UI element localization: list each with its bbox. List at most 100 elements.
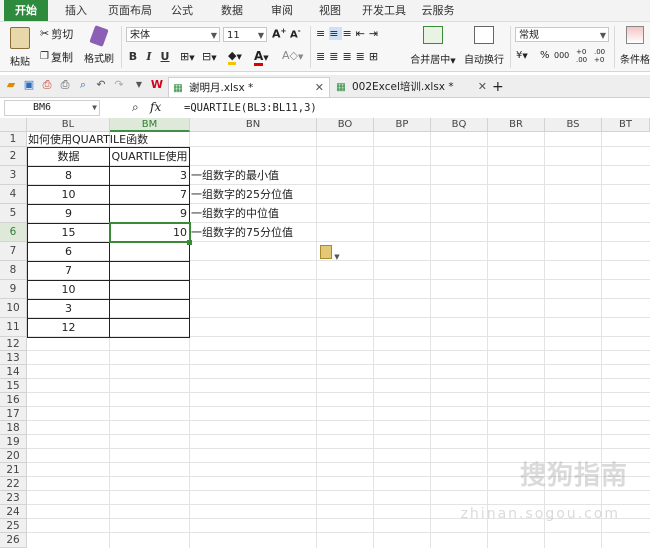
borders-button[interactable]: ⊞▼ xyxy=(180,50,195,63)
paste-options-icon[interactable]: ▼ xyxy=(320,245,340,262)
close-icon[interactable]: ✕ xyxy=(315,78,324,98)
row-header[interactable]: 16 xyxy=(0,393,27,407)
menu-cloud[interactable]: 云服务 xyxy=(416,0,460,21)
row-header[interactable]: 12 xyxy=(0,337,27,351)
save-icon[interactable]: ▣ xyxy=(22,78,36,92)
header-cell-quartile[interactable]: QUARTILE使用 xyxy=(109,147,190,167)
row-header[interactable]: 24 xyxy=(0,505,27,519)
column-header-bl[interactable]: BL xyxy=(27,118,110,132)
menu-home[interactable]: 开始 xyxy=(4,0,48,21)
copy-button[interactable]: ❐ 复制 xyxy=(40,49,73,65)
result-cell[interactable]: 9 xyxy=(109,204,190,224)
empty-cell[interactable] xyxy=(109,318,190,338)
tab-doc-1[interactable]: ▦ 谢明月.xlsx * ✕ xyxy=(168,77,330,97)
menu-data[interactable]: 数据 xyxy=(212,0,252,21)
cell-style-button[interactable]: ⊟▼ xyxy=(202,50,217,63)
row-header[interactable]: 19 xyxy=(0,435,27,449)
menu-developer[interactable]: 开发工具 xyxy=(358,0,410,21)
pdf-icon[interactable]: ⎙ xyxy=(40,78,54,92)
font-color-button[interactable]: A▼ xyxy=(254,49,269,66)
number-format-select[interactable]: 常规 ▼ xyxy=(515,27,609,42)
decrease-font-button[interactable]: A- xyxy=(290,27,301,40)
row-header[interactable]: 13 xyxy=(0,351,27,365)
wrap-text-button[interactable]: 自动换行 xyxy=(462,25,506,69)
data-cell[interactable]: 9 xyxy=(27,204,110,224)
fill-color-button[interactable]: ◆▼ xyxy=(228,49,242,65)
new-tab-button[interactable]: + xyxy=(492,77,508,97)
sheet-title-cell[interactable]: 如何使用QUARTILE函数 xyxy=(27,132,148,147)
row-header[interactable]: 5 xyxy=(0,204,27,223)
column-header-bo[interactable]: BO xyxy=(317,118,374,132)
decrease-decimal-button[interactable]: .00 +0 xyxy=(594,48,608,64)
data-cell[interactable]: 10 xyxy=(27,280,110,300)
column-header-bp[interactable]: BP xyxy=(374,118,431,132)
merge-center-button[interactable]: 合并居中▼ xyxy=(406,25,460,69)
menu-insert[interactable]: 插入 xyxy=(56,0,96,21)
tab-doc-2[interactable]: ▦ 002Excel培训.xlsx * ✕ xyxy=(332,77,492,97)
column-header-bq[interactable]: BQ xyxy=(431,118,488,132)
data-cell[interactable]: 6 xyxy=(27,242,110,262)
folder-icon[interactable]: ▰ xyxy=(4,78,18,92)
paste-button[interactable]: 粘贴 xyxy=(6,25,34,69)
row-header[interactable]: 21 xyxy=(0,463,27,477)
print-icon[interactable]: ⎙ xyxy=(58,78,72,92)
result-cell[interactable]: 3 xyxy=(109,166,190,186)
row-header[interactable]: 17 xyxy=(0,407,27,421)
empty-cell[interactable] xyxy=(109,280,190,300)
select-all-corner[interactable] xyxy=(0,118,27,132)
column-header-bt[interactable]: BT xyxy=(602,118,650,132)
cut-button[interactable]: ✂ 剪切 xyxy=(40,26,73,42)
menu-view[interactable]: 视图 xyxy=(310,0,350,21)
column-header-bs[interactable]: BS xyxy=(545,118,602,132)
data-cell[interactable]: 7 xyxy=(27,261,110,281)
vertical-align-group[interactable]: ≡≡≡⇤⇥ xyxy=(316,27,382,40)
row-header[interactable]: 7 xyxy=(0,242,27,261)
menu-formulas[interactable]: 公式 xyxy=(162,0,202,21)
header-cell-data[interactable]: 数据 xyxy=(27,147,110,167)
row-header[interactable]: 18 xyxy=(0,421,27,435)
italic-button[interactable]: I xyxy=(143,50,155,63)
column-header-br[interactable]: BR xyxy=(488,118,545,132)
row-header[interactable]: 11 xyxy=(0,318,27,337)
note-cell[interactable]: 一组数字的最小值 xyxy=(190,166,279,185)
row-header[interactable]: 20 xyxy=(0,449,27,463)
empty-cell[interactable] xyxy=(109,242,190,262)
clear-format-button[interactable]: A◇▼ xyxy=(282,49,303,62)
thousands-button[interactable]: 000 xyxy=(554,51,569,60)
zoom-icon[interactable]: ⌕ xyxy=(132,100,139,115)
formula-input[interactable]: =QUARTILE(BL3:BL11,3) xyxy=(184,100,317,116)
empty-cell[interactable] xyxy=(109,261,190,281)
menu-review[interactable]: 审阅 xyxy=(262,0,302,21)
conditional-format-button[interactable]: 条件格 xyxy=(620,25,650,69)
column-header-bn[interactable]: BN xyxy=(190,118,317,132)
underline-button[interactable]: U xyxy=(159,50,171,63)
function-icon[interactable]: fx xyxy=(150,100,161,114)
row-header[interactable]: 9 xyxy=(0,280,27,299)
row-header[interactable]: 8 xyxy=(0,261,27,280)
row-header[interactable]: 1 xyxy=(0,132,27,147)
empty-cell[interactable] xyxy=(109,299,190,319)
close-icon[interactable]: ✕ xyxy=(478,77,487,97)
bold-button[interactable]: B xyxy=(127,50,139,63)
row-header[interactable]: 3 xyxy=(0,166,27,185)
redo-icon[interactable]: ↷ xyxy=(112,78,126,92)
percent-button[interactable]: % xyxy=(540,50,550,61)
row-header[interactable]: 25 xyxy=(0,519,27,533)
data-cell[interactable]: 3 xyxy=(27,299,110,319)
quick-access-dropdown-icon[interactable]: ▼ xyxy=(132,78,146,92)
data-cell[interactable]: 10 xyxy=(27,185,110,205)
note-cell[interactable]: 一组数字的中位值 xyxy=(190,204,279,223)
row-header[interactable]: 22 xyxy=(0,477,27,491)
font-name-select[interactable]: 宋体 ▼ xyxy=(126,27,220,42)
column-header-bm[interactable]: BM xyxy=(110,118,190,132)
increase-font-button[interactable]: A+ xyxy=(272,27,286,41)
increase-decimal-button[interactable]: +0 .00 xyxy=(576,48,590,64)
menu-page-layout[interactable]: 页面布局 xyxy=(104,0,156,21)
data-cell[interactable]: 15 xyxy=(27,223,110,243)
data-cell[interactable]: 8 xyxy=(27,166,110,186)
row-header[interactable]: 4 xyxy=(0,185,27,204)
row-header[interactable]: 23 xyxy=(0,491,27,505)
note-cell[interactable]: 一组数字的25分位值 xyxy=(190,185,293,204)
data-cell[interactable]: 12 xyxy=(27,318,110,338)
name-box[interactable]: BM6 ▼ xyxy=(4,100,100,116)
